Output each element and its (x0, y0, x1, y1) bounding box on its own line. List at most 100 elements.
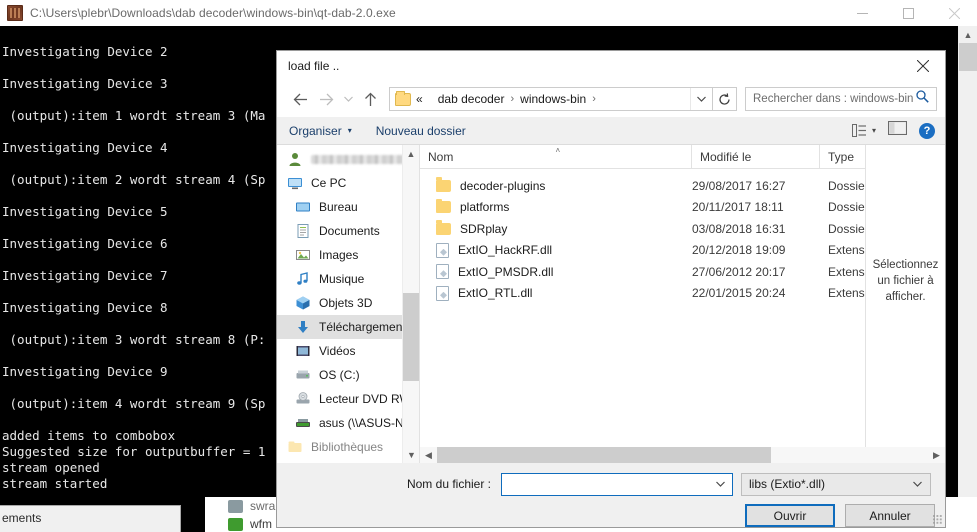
chevron-up-icon[interactable]: ▲ (403, 145, 419, 162)
sidebar-item-telechargements[interactable]: Téléchargemen (277, 315, 419, 339)
minimize-icon[interactable] (839, 0, 885, 26)
sidebar-item-label: Ce PC (311, 176, 347, 190)
scrollbar-thumb[interactable] (959, 43, 977, 71)
maximize-icon[interactable] (885, 0, 931, 26)
sidebar-item-bibliotheques[interactable]: Bibliothèques (277, 435, 419, 459)
console-title: C:\Users\plebr\Downloads\dab decoder\win… (30, 6, 396, 20)
filename-row: Nom du fichier : libs (Extio*.dll) (277, 471, 945, 497)
file-list: ˄ Nom Modifié le Type decoder-plugins 29… (420, 145, 945, 463)
list-item-label: wfm (250, 517, 272, 531)
app-icon (228, 517, 243, 531)
sidebar-item-images[interactable]: Images (277, 243, 419, 267)
search-icon[interactable] (916, 90, 929, 108)
open-button[interactable]: Ouvrir (745, 504, 835, 527)
breadcrumb-item-0[interactable]: dab decoder (438, 92, 505, 106)
background-window-left[interactable]: ements (0, 505, 181, 532)
search-input[interactable]: Rechercher dans : windows-bin (745, 87, 937, 111)
sidebar-scrollbar[interactable]: ▲ ▼ (402, 145, 419, 463)
downloads-icon (295, 319, 311, 335)
chevron-down-icon[interactable] (716, 479, 725, 489)
chevron-left-icon[interactable]: ◀ (420, 447, 437, 463)
sidebar-item-asus-network[interactable]: asus (\\ASUS-N (277, 411, 419, 435)
cancel-label: Annuler (869, 508, 911, 523)
scrollbar-track[interactable] (437, 447, 928, 463)
list-item[interactable]: wfm (228, 517, 272, 531)
app-icon (7, 5, 23, 21)
console-vertical-scrollbar[interactable]: ▲ (958, 26, 977, 497)
close-icon[interactable] (900, 51, 945, 81)
file-list-horizontal-scrollbar[interactable]: ◀ ▶ (420, 447, 945, 463)
sidebar-item-musique[interactable]: Musique (277, 267, 419, 291)
window-controls (839, 0, 977, 26)
file-type: Extensi (828, 286, 868, 301)
sidebar-item-lecteur-dvd[interactable]: Lecteur DVD RW (277, 387, 419, 411)
dialog-footer: Nom du fichier : libs (Extio*.dll) Ouvri… (277, 463, 945, 527)
column-header-name[interactable]: ˄ Nom (420, 145, 692, 168)
chevron-up-icon[interactable]: ▲ (959, 26, 977, 43)
file-name: ExtIO_RTL.dll (458, 286, 533, 301)
sidebar-item-documents[interactable]: Documents (277, 219, 419, 243)
chevron-right-icon[interactable]: ▶ (928, 447, 945, 463)
file-type-filter[interactable]: libs (Extio*.dll) (741, 472, 931, 496)
chevron-down-icon: ▾ (871, 126, 876, 135)
organize-label: Organiser (289, 123, 342, 138)
preview-pane-icon[interactable] (887, 120, 908, 140)
network-drive-icon (295, 415, 311, 431)
file-modified: 20/12/2018 19:09 (692, 243, 786, 258)
scrollbar-thumb[interactable] (437, 447, 771, 463)
sidebar-item-videos[interactable]: Vidéos (277, 339, 419, 363)
chevron-down-icon[interactable] (690, 88, 712, 110)
arrow-left-icon[interactable] (287, 86, 313, 112)
new-folder-button[interactable]: Nouveau dossier (376, 124, 466, 138)
file-type: Extensi (828, 243, 868, 258)
arrow-up-icon[interactable] (357, 86, 383, 112)
arrow-right-icon[interactable] (313, 86, 339, 112)
sidebar-item-objets-3d[interactable]: Objets 3D (277, 291, 419, 315)
organize-button[interactable]: Organiser ▾ (289, 124, 352, 138)
address-bar[interactable]: « dab decoder › windows-bin › (389, 87, 713, 111)
column-header-type[interactable]: Type (820, 145, 866, 168)
column-label: Modifié le (700, 149, 752, 164)
chevron-down-icon[interactable] (913, 479, 922, 489)
sidebar-item-bureau[interactable]: Bureau (277, 195, 419, 219)
resize-grip[interactable] (933, 515, 943, 525)
filename-input[interactable] (501, 472, 733, 496)
file-type: Extensi (828, 264, 868, 279)
file-name: SDRplay (460, 221, 508, 236)
places-sidebar: Ce PC Bureau Documents Images Musique Ob… (277, 145, 420, 463)
new-folder-label: Nouveau dossier (375, 123, 466, 138)
close-icon[interactable] (931, 0, 977, 26)
file-name: ExtIO_PMSDR.dll (458, 264, 554, 279)
preview-pane: Sélectionnez un fichier à afficher. (865, 145, 945, 463)
dll-file-icon (436, 242, 449, 258)
open-label: Ouvrir (773, 508, 807, 523)
column-header-modified[interactable]: Modifié le (692, 145, 820, 168)
folder-icon (436, 198, 451, 214)
view-list-icon[interactable]: ▾ (851, 124, 876, 137)
dvd-drive-icon (295, 391, 311, 407)
sidebar-item-label: Musique (319, 272, 365, 286)
sidebar-item-user[interactable] (277, 147, 419, 171)
chevron-down-icon[interactable] (339, 86, 357, 112)
help-icon[interactable]: ? (919, 122, 935, 139)
file-modified: 22/01/2015 20:24 (692, 286, 786, 301)
refresh-icon[interactable] (713, 87, 737, 111)
column-label: Nom (428, 149, 454, 164)
sidebar-item-label: Lecteur DVD RW (319, 392, 411, 406)
chevron-down-icon: ▾ (347, 126, 352, 135)
sidebar-item-ce-pc[interactable]: Ce PC (277, 171, 419, 195)
cancel-button[interactable]: Annuler (845, 504, 935, 527)
file-open-dialog: load file .. « dab decoder › windows-bin… (276, 50, 946, 528)
breadcrumb-item-1[interactable]: windows-bin (520, 92, 586, 106)
sidebar-item-label: Bureau (319, 200, 358, 214)
breadcrumb-separator (423, 93, 438, 105)
list-item[interactable]: swra (228, 499, 275, 513)
background-window-label: ements (2, 511, 42, 525)
list-item-label: swra (250, 499, 276, 513)
3d-objects-icon (295, 295, 311, 311)
scrollbar-thumb[interactable] (403, 293, 419, 381)
preview-message: Sélectionnez un fichier à afficher. (872, 259, 939, 303)
folder-icon (395, 90, 411, 106)
sidebar-item-os-c[interactable]: OS (C:) (277, 363, 419, 387)
chevron-down-icon[interactable]: ▼ (403, 446, 419, 463)
